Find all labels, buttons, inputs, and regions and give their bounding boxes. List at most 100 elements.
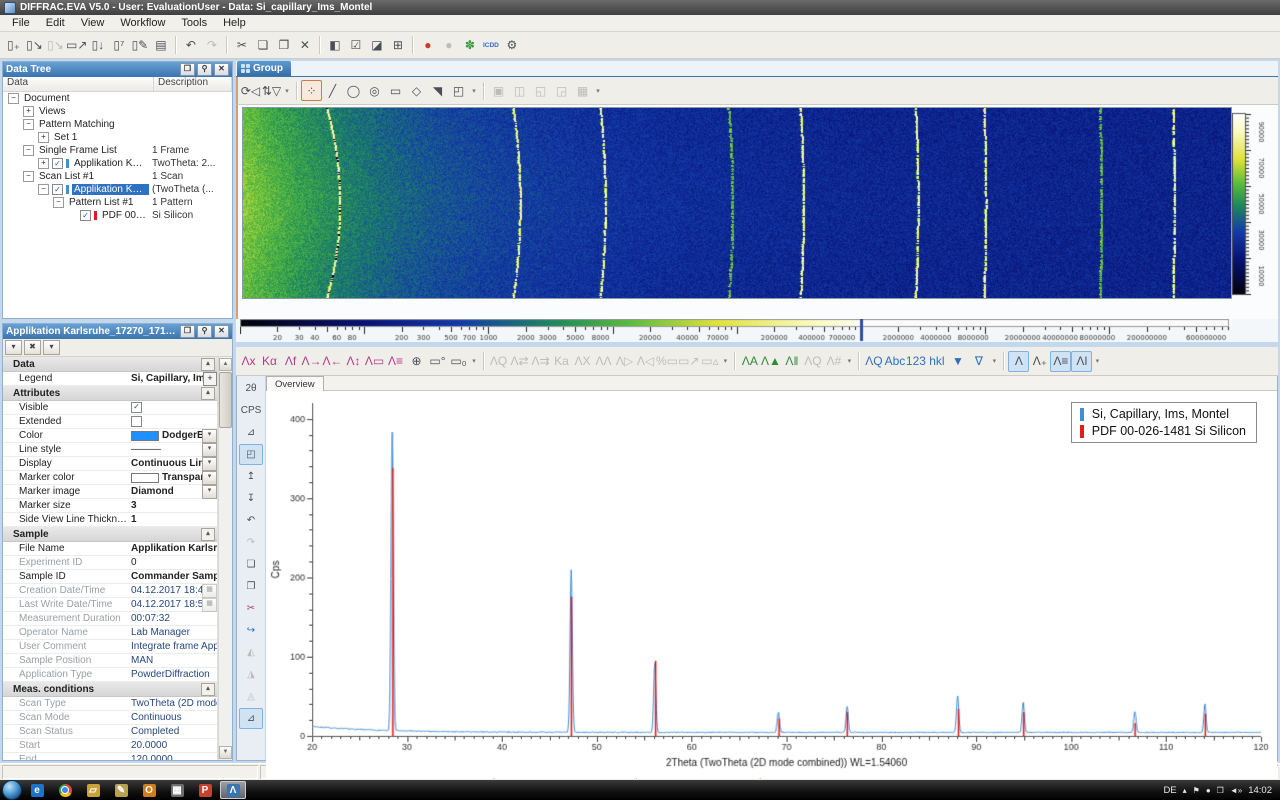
scrollbar-thumb[interactable] [219,372,232,428]
tool-c-icon[interactable]: Λ⇉ [530,351,551,372]
tree-row[interactable]: ✓PDF 00-026-1481Si Silicon [3,209,232,222]
section-collapse-icon[interactable]: ▴ [201,683,215,696]
tool-z-icon[interactable]: ◬ [239,686,263,707]
save-icon[interactable]: ▯↓ [87,35,108,56]
import-raw-icon[interactable]: ▯↘ [45,35,66,56]
axis-2theta-icon[interactable]: 2θ [239,378,263,399]
dropdown-caret-icon[interactable]: ▾ [282,81,292,101]
tray-icon-3[interactable]: ❒ [1217,786,1224,795]
column-description[interactable]: Description [154,77,232,91]
layout-quad-icon[interactable]: ◱ [530,80,551,101]
zoom-prev-icon[interactable]: ↥ [239,466,263,487]
dropdown-icon[interactable]: ▾ [202,443,217,457]
delete-pattern-icon[interactable]: Λx [238,351,259,372]
tray-icon-2[interactable]: ● [1206,786,1211,795]
pin-icon[interactable]: ⚲ [197,325,212,338]
column-data[interactable]: Data [3,77,154,91]
structure-icon[interactable]: ✽ [459,35,480,56]
print-icon[interactable]: ▤ [150,35,171,56]
copy-icon[interactable]: ❏ [252,35,273,56]
tool-x-icon[interactable]: ◭ [239,642,263,663]
new-document-icon[interactable]: ▯₊ [3,35,24,56]
redo-icon[interactable]: ↷ [201,35,222,56]
view-overlay-icon[interactable]: Λ≡ [1050,351,1071,372]
tree-checkbox[interactable]: ✓ [52,158,63,169]
scroll-down-icon[interactable]: ▼ [219,746,232,759]
line-cursor-icon[interactable]: ╱ [322,80,343,101]
dropdown-caret-icon[interactable]: ▾ [844,351,854,371]
record-icon[interactable]: ● [417,35,438,56]
property-value[interactable]: Transparent [131,472,202,483]
restore-icon[interactable]: ❐ [180,63,195,76]
view-peaks-icon[interactable]: Λ [1008,351,1029,372]
view-undo-icon[interactable]: ↶ [239,510,263,531]
data-tree-window-icon[interactable]: ◧ [324,35,345,56]
dropdown-caret-icon[interactable]: ▾ [720,351,730,371]
reduce-area-icon[interactable]: Λ▲ [760,351,781,372]
report-icon[interactable]: ▯✎ [129,35,150,56]
section-header[interactable]: Data▴ [3,357,217,372]
view-redo-icon[interactable]: ↷ [239,532,263,553]
copy-scan-icon[interactable]: Λ▭ [364,351,385,372]
view-diff-icon[interactable]: Λ₊ [1029,351,1050,372]
zoom-next-icon[interactable]: ↧ [239,488,263,509]
property-value[interactable]: Continuous Line [131,458,202,469]
center-cursor-icon[interactable]: ⁘ [301,80,322,101]
pause-record-icon[interactable]: ● [438,35,459,56]
properties-scrollbar[interactable]: ▲ ▼ [218,357,232,760]
expand-icon[interactable]: + [38,132,49,143]
property-checkbox[interactable]: ✓ [131,402,142,413]
paste-icon[interactable]: ❐ [273,35,294,56]
property-value[interactable]: 1 [131,514,217,525]
area-tool-icon[interactable]: ΛA [739,351,760,372]
dropdown-caret-icon[interactable]: ▾ [989,351,999,371]
section-header[interactable]: Sample▴ [3,527,217,542]
tree-row[interactable]: −Single Frame List1 Frame [3,144,232,157]
side-view-icon[interactable]: ⊿ [239,708,263,729]
tool-y-icon[interactable]: ◮ [239,664,263,685]
tool-k-icon[interactable]: ▭▵ [699,351,720,372]
taskbar-powerpoint-icon[interactable]: P [192,781,218,799]
filter-pattern-icon[interactable]: ∇ [968,351,989,372]
shift-scan-icon[interactable]: Λ← [322,351,343,372]
paste-view-icon[interactable]: ❐ [239,576,263,597]
tool-b-icon[interactable]: Λ⇄ [509,351,530,372]
layout-grid-icon[interactable]: ▦ [572,80,593,101]
menu-file[interactable]: File [4,16,38,30]
tree-row[interactable]: +Views [3,105,232,118]
dropdown-icon[interactable]: ▾ [202,485,217,499]
expand-icon[interactable]: + [38,158,49,169]
calendar-icon[interactable]: ▦ [202,598,217,612]
cut-range-icon[interactable]: ✂ [239,598,263,619]
append-range-icon[interactable]: ↪ [239,620,263,641]
scale-dot-icon[interactable]: ▭° [427,351,448,372]
copy-view-icon[interactable]: ❏ [239,554,263,575]
flip-frame-icon[interactable]: ⇅▽ [261,80,282,101]
collapse-icon[interactable]: − [23,145,34,156]
pointer-window-icon[interactable]: ◪ [366,35,387,56]
menu-help[interactable]: Help [215,16,254,30]
delete-icon[interactable]: ✕ [294,35,315,56]
restore-icon[interactable]: ❐ [180,325,195,338]
tree-checkbox[interactable]: ✓ [80,210,91,221]
tray-icon-1[interactable]: ⚑ [1193,786,1200,795]
tree-checkbox[interactable]: ✓ [52,184,63,195]
icdd-icon[interactable]: ICDD [480,35,501,56]
undo-icon[interactable]: ↶ [180,35,201,56]
fill-pattern-icon[interactable]: ▼ [947,351,968,372]
taskbar-app-icon[interactable]: ▦ [164,781,190,799]
tool-d-icon[interactable]: Ka [551,351,572,372]
property-value[interactable]: Applikation Karlsruhe_1... [131,543,217,554]
tree-row[interactable]: −Document [3,92,232,105]
axis-linear-icon[interactable]: ⊿ [239,422,263,443]
poly-region-icon[interactable]: ◇ [406,80,427,101]
tree-row[interactable]: +✓Applikation Karlsruhe_17270...TwoTheta… [3,157,232,170]
property-window-icon[interactable]: ☑ [345,35,366,56]
tool-j-icon[interactable]: ▭↗ [678,351,699,372]
collapse-icon[interactable]: − [53,197,64,208]
pin-icon[interactable]: ⚲ [197,63,212,76]
export-icon[interactable]: ▭↗ [66,35,87,56]
taskbar-explorer-icon[interactable]: ▱ [80,781,106,799]
close-icon[interactable]: ✕ [214,325,229,338]
tree-row[interactable]: −✓Applikation Karlsruhe_17270...(TwoThet… [3,183,232,196]
